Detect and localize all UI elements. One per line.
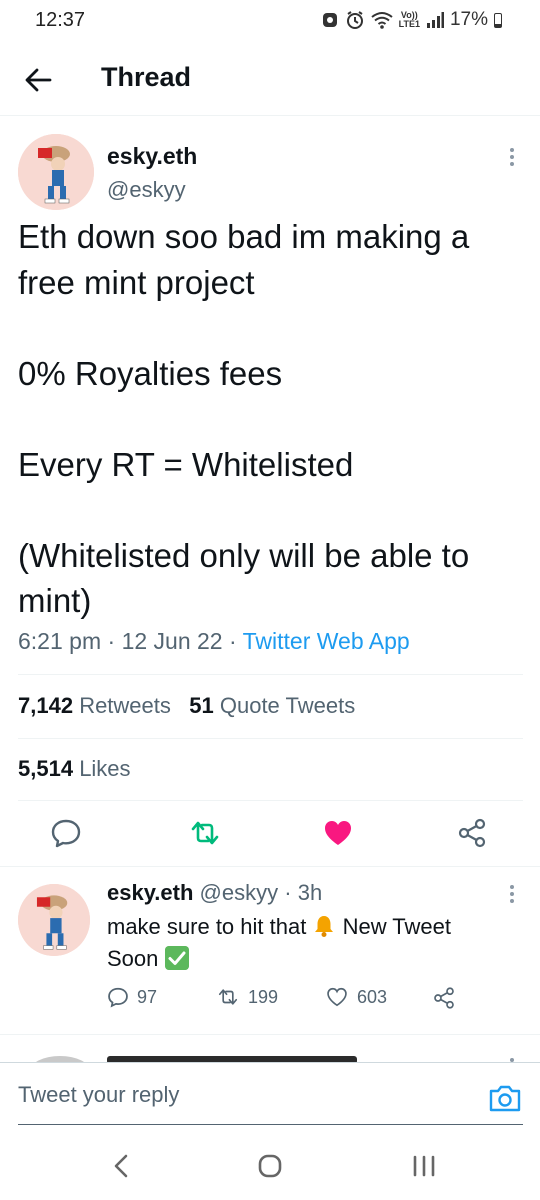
quote-tweets-count: 51	[189, 693, 214, 718]
tweet-timestamp: 6:21 pm · 12 Jun 22 · Twitter Web App	[18, 628, 410, 655]
author-name[interactable]: esky.eth	[107, 143, 197, 170]
share-icon	[434, 987, 454, 1009]
more-options-icon	[510, 1058, 514, 1062]
retweets-count: 7,142	[18, 693, 74, 718]
reply-text-start: make sure to hit that	[107, 914, 307, 939]
reply-composer	[0, 1062, 540, 1126]
app-notification-icon	[322, 13, 337, 27]
reply-like-button[interactable]: 603	[325, 986, 387, 1008]
like-count: 603	[357, 986, 388, 1007]
heart-outline-icon	[327, 987, 347, 1007]
reply-icon	[108, 987, 128, 1008]
signal-icon	[426, 12, 444, 28]
more-options-icon[interactable]	[502, 143, 522, 171]
arrow-left-icon[interactable]	[20, 62, 56, 98]
reply-header: esky.eth @eskyy · 3h	[107, 880, 322, 906]
battery-icon	[494, 12, 502, 28]
meta-separator: ·	[107, 628, 116, 654]
alarm-icon	[346, 11, 363, 29]
retweets-stat[interactable]: 7,142 Retweets	[18, 693, 171, 718]
reply-retweet-button[interactable]: 199	[216, 986, 278, 1008]
retweet-count: 199	[248, 986, 279, 1007]
status-time: 12:37	[35, 9, 86, 31]
tweet-source-link[interactable]: Twitter Web App	[243, 628, 410, 654]
divider	[18, 674, 523, 675]
divider	[18, 738, 523, 739]
avatar[interactable]	[18, 884, 90, 956]
reply-author-name[interactable]: esky.eth	[107, 880, 193, 905]
check-mark-emoji-icon	[164, 946, 189, 970]
reply-author-handle[interactable]: @eskyy	[200, 880, 279, 905]
reply-age: 3h	[297, 880, 323, 905]
camera-icon[interactable]	[488, 1083, 522, 1113]
status-icons: Vo)) LTE1 17%	[321, 9, 502, 31]
engagement-stats: 7,142 Retweets 51 Quote Tweets	[18, 693, 355, 719]
reply-share-button[interactable]	[432, 986, 456, 1010]
reply-text: make sure to hit that New Tweet Soon	[107, 911, 507, 975]
retweets-label: Retweets	[79, 693, 171, 718]
nav-home-icon[interactable]	[252, 1152, 288, 1180]
heart-icon[interactable]	[322, 817, 354, 849]
tweet-date: 12 Jun 22	[121, 628, 223, 654]
reply-input-underline	[18, 1124, 523, 1125]
retweet-icon[interactable]	[189, 817, 221, 849]
wifi-icon	[371, 12, 393, 29]
author-handle[interactable]: @eskyy	[107, 177, 186, 203]
retweet-icon	[218, 989, 238, 1005]
avatar[interactable]	[18, 134, 94, 210]
nav-recents-icon[interactable]	[406, 1152, 442, 1180]
reply-icon[interactable]	[50, 817, 82, 849]
quote-tweets-label: Quote Tweets	[219, 693, 356, 718]
nav-back-icon[interactable]	[104, 1152, 140, 1180]
reply-reply-button[interactable]: 97	[107, 986, 157, 1008]
status-bar: 12:37 Vo)) LTE1 17%	[0, 0, 540, 44]
reply-actions: 97 199 603	[107, 986, 487, 1016]
tweet-text: Eth down soo bad im making a free mint p…	[18, 218, 470, 619]
avatar-illustration	[18, 134, 94, 210]
quote-tweets-stat[interactable]: 51 Quote Tweets	[189, 693, 355, 718]
avatar-illustration	[18, 884, 90, 956]
thread-header: Thread	[0, 44, 540, 116]
tweet-time: 6:21 pm	[18, 628, 102, 654]
meta-separator: ·	[284, 880, 292, 905]
system-nav-bar	[0, 1130, 540, 1200]
likes-label: Likes	[79, 756, 131, 781]
next-reply-partial[interactable]	[0, 1034, 540, 1062]
likes-count: 5,514	[18, 756, 74, 781]
section-separator	[0, 866, 540, 867]
more-options-icon[interactable]	[502, 880, 522, 908]
reply-input[interactable]	[18, 1077, 458, 1113]
meta-separator: ·	[228, 628, 237, 654]
network-type: Vo)) LTE1	[398, 10, 420, 29]
bell-emoji-icon	[315, 916, 334, 937]
page-title: Thread	[101, 62, 192, 92]
divider	[18, 800, 523, 801]
reply-count: 97	[137, 986, 158, 1007]
battery-percent: 17%	[449, 9, 488, 30]
likes-stat[interactable]: 5,514 Likes	[18, 756, 131, 782]
share-icon[interactable]	[456, 817, 488, 849]
